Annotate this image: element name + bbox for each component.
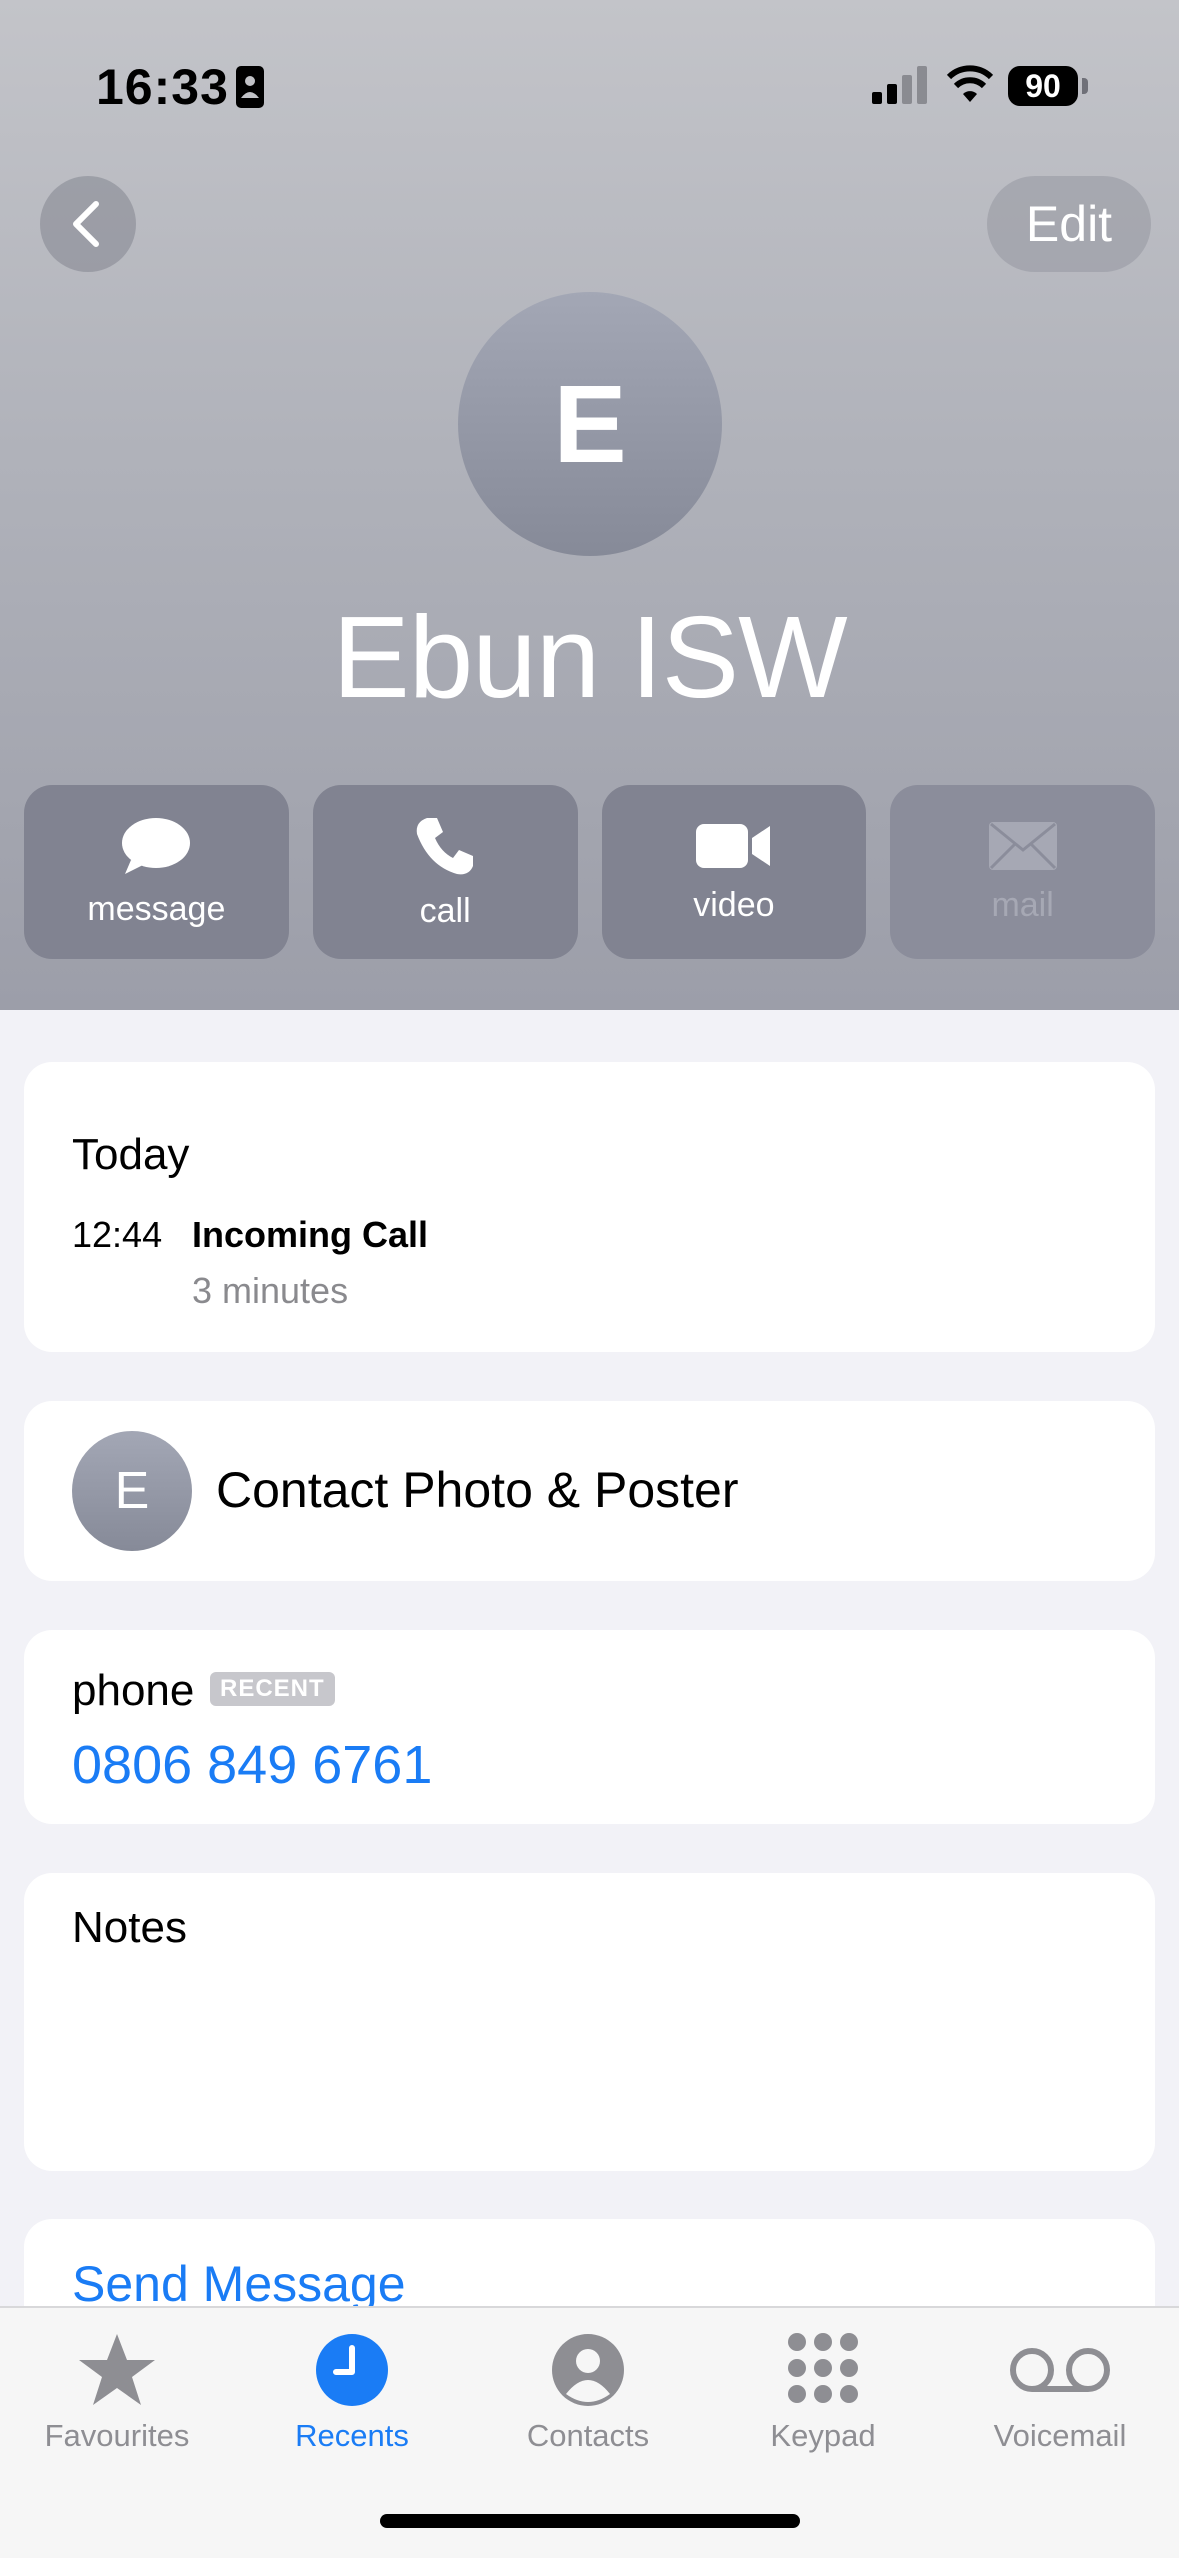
star-icon (79, 2334, 155, 2405)
tab-keypad-label: Keypad (770, 2418, 876, 2453)
notes-label: Notes (72, 1903, 187, 1952)
video-camera-icon (695, 823, 770, 868)
tab-recents[interactable]: Recents (252, 2332, 452, 2482)
recent-call-type: Incoming Call (192, 1214, 429, 1255)
recent-day: Today (72, 1130, 190, 1179)
person-icon (552, 2334, 624, 2406)
tab-favourites[interactable]: Favourites (17, 2332, 217, 2482)
back-button[interactable] (40, 176, 136, 272)
message-button[interactable]: message (24, 785, 289, 959)
call-button[interactable]: call (312, 785, 578, 959)
tab-contacts[interactable]: Contacts (488, 2332, 688, 2482)
contact-avatar: E (458, 292, 722, 556)
quick-actions: message call video mail (24, 785, 1155, 959)
recent-call-duration: 3 minutes (192, 1270, 349, 1311)
contact-photo-poster-row[interactable]: E Contact Photo & Poster (24, 1401, 1155, 1581)
tab-keypad[interactable]: Keypad (723, 2332, 923, 2482)
battery-tip (1082, 78, 1088, 94)
keypad-icon (788, 2333, 858, 2403)
video-button[interactable]: video (601, 785, 867, 959)
contact-photo-poster-label: Contact Photo & Poster (216, 1462, 739, 1518)
call-label: call (419, 891, 471, 930)
wifi-icon (946, 64, 994, 109)
notes-card[interactable]: Notes (24, 1873, 1155, 2171)
status-bar: 16:33 90 (0, 0, 1179, 170)
voicemail-icon (1010, 2348, 1110, 2392)
phone-number-link[interactable]: 0806 849 6761 (72, 1734, 432, 1796)
contact-card-icon (236, 66, 264, 113)
phone-card: phone RECENT 0806 849 6761 (24, 1630, 1155, 1824)
tab-recents-label: Recents (295, 2418, 409, 2453)
tab-contacts-label: Contacts (526, 2418, 650, 2453)
mail-label: mail (991, 885, 1054, 924)
clock-icon (316, 2334, 388, 2406)
tab-voicemail[interactable]: Voicemail (960, 2332, 1160, 2482)
battery-indicator: 90 (1008, 66, 1078, 106)
status-time: 16:33 (96, 59, 229, 115)
recent-call-time: 12:44 (72, 1214, 163, 1255)
send-message-link[interactable]: Send Message (72, 2255, 406, 2313)
contact-header: 16:33 90 Edit E Ebun ISW message call vi… (0, 0, 1179, 1010)
mail-button[interactable]: mail (890, 785, 1155, 959)
tab-favourites-label: Favourites (44, 2418, 190, 2453)
phone-icon (416, 817, 474, 874)
message-bubble-icon (122, 817, 191, 874)
envelope-icon (988, 821, 1057, 870)
recent-calls-card: Today 12:44 Incoming Call 3 minutes (24, 1062, 1155, 1352)
phone-label: phone (72, 1666, 195, 1715)
home-indicator[interactable] (380, 2514, 800, 2528)
video-label: video (693, 885, 775, 924)
tab-voicemail-label: Voicemail (993, 2418, 1127, 2453)
recent-badge: RECENT (210, 1672, 335, 1706)
edit-button[interactable]: Edit (987, 176, 1151, 272)
avatar: E (72, 1431, 192, 1551)
message-label: message (87, 889, 226, 928)
chevron-left-icon (73, 201, 99, 247)
contact-name: Ebun ISW (332, 592, 847, 722)
cellular-signal-icon (872, 64, 928, 109)
